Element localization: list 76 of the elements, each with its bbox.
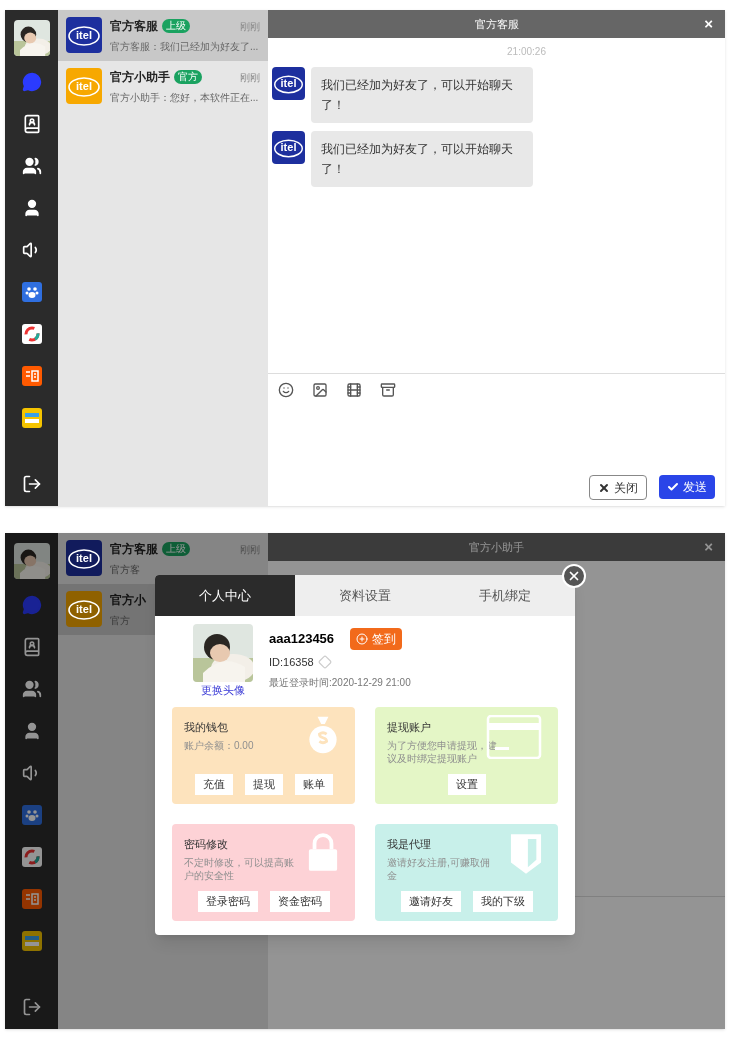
message-bubble: 我们已经加为好友了，可以开始聊天了！ [311, 67, 533, 123]
archive-icon[interactable] [380, 382, 396, 398]
logo-avatar: itel [272, 131, 305, 164]
message-time: 刚刚 [240, 70, 260, 85]
tab[interactable]: 手机绑定 [435, 575, 575, 616]
close-button[interactable]: × [704, 12, 713, 36]
card-title: 我的钱包 [184, 719, 229, 735]
chat-title: 官方小助手 [469, 539, 524, 555]
logo-avatar: itel [66, 540, 102, 576]
contact-name: 官方客服 [110, 541, 158, 558]
tab[interactable]: 个人中心 [155, 575, 295, 616]
ring-app-icon[interactable] [21, 847, 42, 867]
card-title: 我是代理 [387, 836, 432, 852]
logout-icon[interactable] [21, 474, 42, 494]
logo-avatar: itel [272, 67, 305, 100]
card-action-button[interactable]: 邀请好友 [400, 891, 461, 912]
close-icon [598, 481, 610, 494]
card-description: 邀请好友注册,可赚取佣金 [387, 856, 491, 882]
card-action-button[interactable]: 资金密码 [269, 891, 330, 912]
close-icon [567, 569, 581, 583]
card-action-button[interactable]: 充值 [194, 774, 233, 795]
send-button[interactable]: 发送 [659, 475, 715, 499]
close-chat-button[interactable]: 关闭 [589, 475, 647, 500]
ring-app-icon[interactable] [21, 324, 42, 344]
logo-avatar: itel [66, 68, 102, 104]
shop-app-icon[interactable] [21, 366, 42, 386]
group-icon[interactable] [21, 156, 42, 176]
card-action-button[interactable]: 登录密码 [197, 891, 258, 912]
logo-avatar: itel [66, 591, 102, 627]
conversation-item[interactable]: itel 官方客服 上级 刚刚 官方客服：我们已经加为好友了... [58, 10, 268, 61]
username: aaa123456 [269, 630, 335, 649]
timestamp: 21:00:26 [507, 45, 546, 59]
check-icon [667, 481, 679, 493]
card-title: 提现账户 [387, 719, 432, 735]
emoji-icon[interactable] [278, 382, 294, 398]
contact-name: 官方小助手 [110, 69, 170, 86]
paw-app-icon[interactable] [21, 805, 42, 825]
card-description: 不定时修改，可以提高账户的安全性 [184, 856, 295, 882]
card-action-button[interactable]: 我的下级 [472, 891, 533, 912]
film-icon[interactable] [346, 382, 362, 398]
role-badge: 官方 [174, 70, 202, 84]
message-preview: 官方客服：我们已经加为好友了... [110, 40, 260, 54]
message-time: 刚刚 [240, 19, 260, 34]
group-icon[interactable] [21, 679, 42, 699]
logo-avatar: itel [66, 17, 102, 53]
close-button[interactable] [562, 564, 586, 588]
last-login-time: 最近登录时间:2020-12-29 21:00 [269, 675, 411, 690]
tile-app-icon[interactable] [21, 931, 42, 951]
card-description: 账户余额：0.00 [184, 739, 255, 752]
card-action-button[interactable]: 提现 [244, 774, 283, 795]
message-preview: 官方小助手：您好，本软件正在... [110, 91, 260, 105]
tile-app-icon[interactable] [21, 408, 42, 428]
role-badge: 上级 [162, 19, 190, 33]
card-title: 密码修改 [184, 836, 229, 852]
role-badge: 上级 [162, 542, 190, 556]
message-bubble: 我们已经加为好友了，可以开始聊天了！ [311, 131, 533, 187]
lock-icon [307, 831, 339, 872]
conversation-item[interactable]: itel 官方小助手 官方 刚刚 官方小助手：您好，本软件正在... [58, 61, 268, 112]
tab[interactable]: 资料设置 [295, 575, 435, 616]
money-bag-icon [307, 714, 339, 755]
logout-icon[interactable] [21, 997, 42, 1017]
shop-app-icon[interactable] [21, 889, 42, 909]
image-icon[interactable] [312, 382, 328, 398]
message-preview: 官方客 [110, 563, 141, 577]
contact-name: 官方客服 [110, 18, 158, 35]
chat-title: 官方客服 [474, 16, 519, 32]
card-action-button[interactable]: 设置 [447, 774, 486, 795]
close-button[interactable]: × [704, 535, 713, 559]
change-avatar-link[interactable]: 更换头像 [201, 682, 245, 699]
user-id: ID:16358 [269, 655, 314, 670]
plus-icon [356, 633, 369, 645]
contact-name: 官方小 [110, 592, 146, 609]
card-action-button[interactable]: 账单 [294, 774, 333, 795]
bank-card-icon [486, 714, 542, 759]
paw-app-icon[interactable] [21, 282, 42, 302]
shield-icon [510, 831, 542, 876]
